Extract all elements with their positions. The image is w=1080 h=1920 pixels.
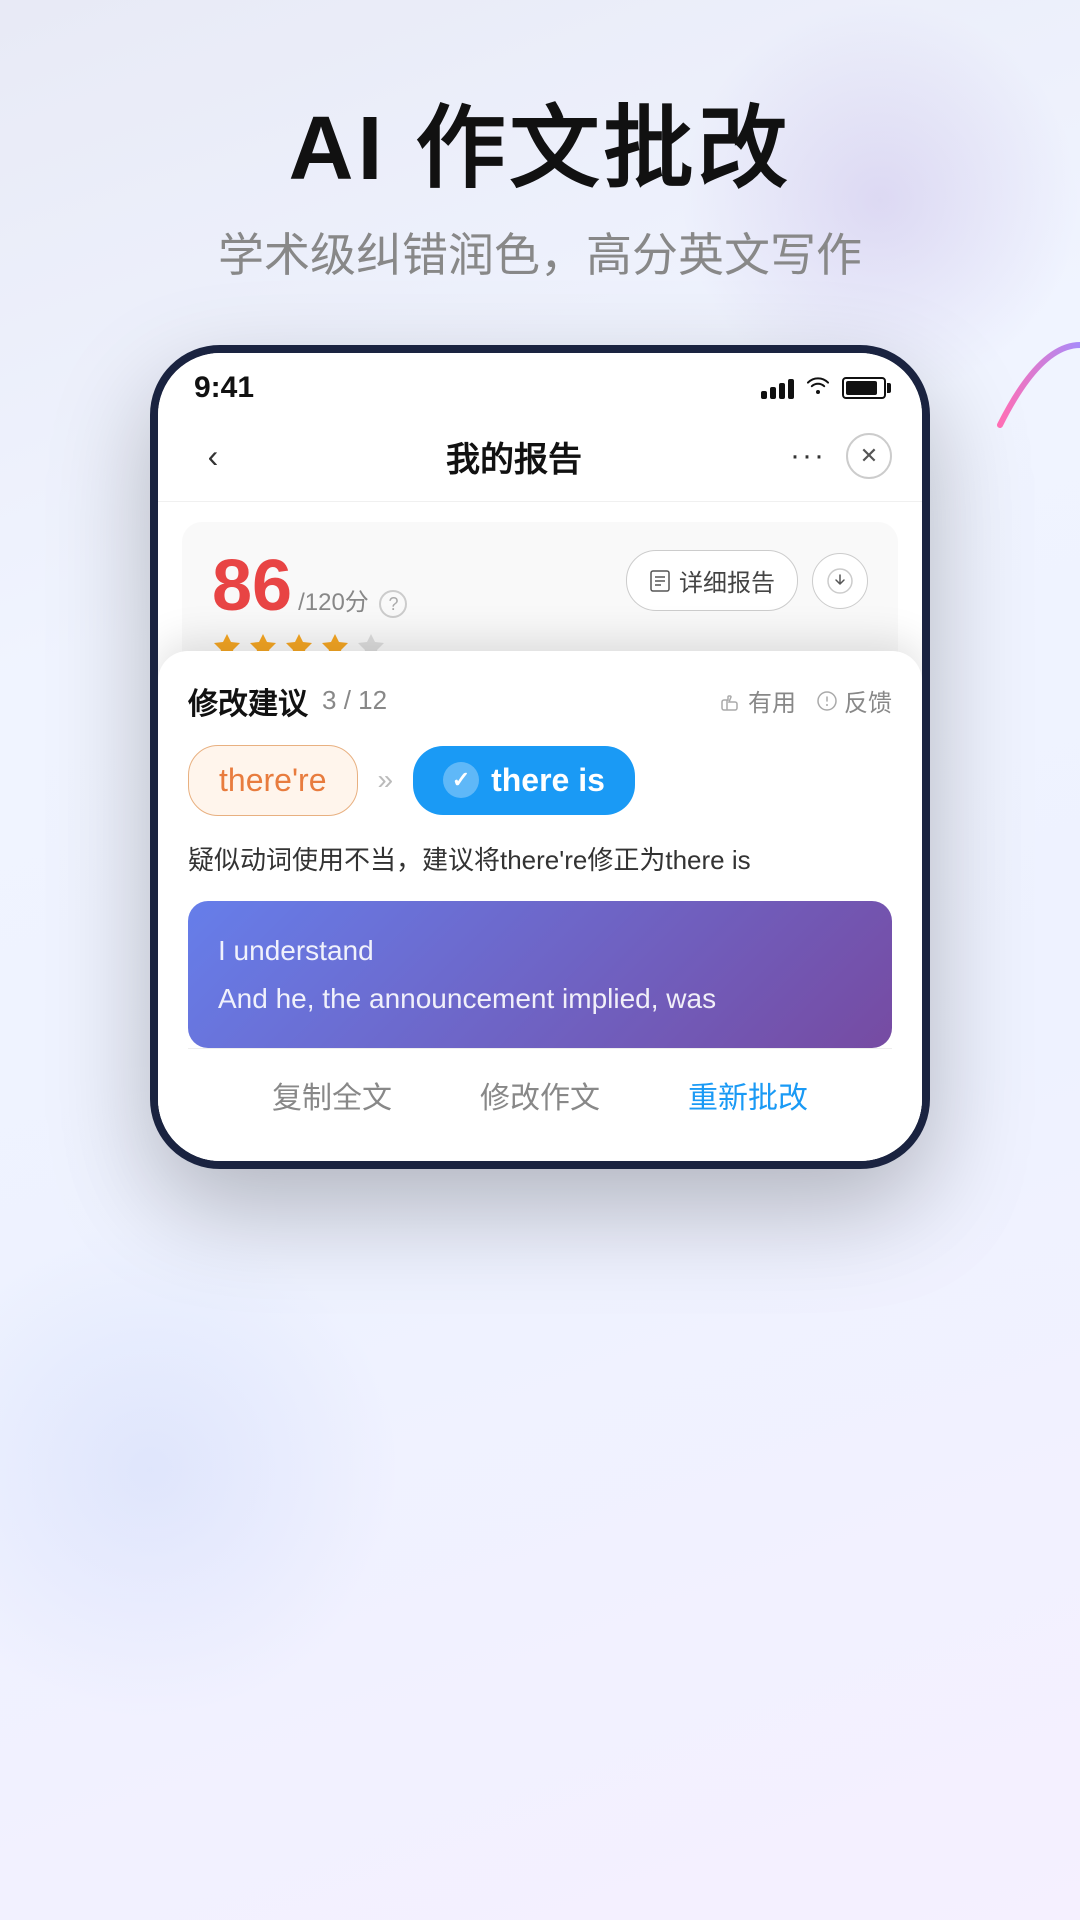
score-actions: 详细报告 [626, 550, 868, 611]
correction-row: there're » ✓ there is [188, 745, 892, 816]
signal-icon [761, 377, 794, 399]
phone-mockup-wrapper: 9:41 [0, 345, 1080, 1169]
download-icon [827, 568, 853, 594]
full-page: AI 作文批改 学术级纠错润色，高分英文写作 9:41 [0, 0, 1080, 1920]
extra-line-1: I understand [218, 927, 862, 975]
main-title: AI 作文批改 [0, 100, 1080, 199]
thumbs-up-icon [720, 690, 742, 712]
feedback-icon [816, 690, 838, 712]
close-button[interactable]: ✕ [846, 433, 892, 479]
deco-arc-icon [990, 335, 1080, 435]
extra-content-preview: I understand And he, the announcement im… [188, 901, 892, 1048]
phone-mockup: 9:41 [150, 345, 930, 1169]
score-max: /120分 ? [298, 582, 407, 618]
extra-line-2: And he, the announcement implied, was [218, 975, 862, 1023]
useful-button[interactable]: 有用 [720, 683, 796, 718]
detail-report-button[interactable]: 详细报告 [626, 550, 798, 611]
copy-all-button[interactable]: 复制全文 [272, 1073, 392, 1117]
sub-title: 学术级纠错润色，高分英文写作 [0, 219, 1080, 285]
wifi-icon [806, 375, 830, 401]
nav-right-actions: ··· ✕ [790, 433, 892, 479]
suggestion-description: 疑似动词使用不当，建议将there're修正为there is [188, 840, 892, 882]
back-button[interactable]: ‹ [188, 431, 238, 481]
download-button[interactable] [812, 553, 868, 609]
battery-icon [842, 377, 886, 399]
feedback-button[interactable]: 反馈 [816, 683, 892, 718]
bottom-toolbar: 复制全文 修改作文 重新批改 [188, 1048, 892, 1141]
status-bar: 9:41 [158, 353, 922, 415]
wrong-word-badge: there're [188, 745, 358, 816]
score-row: 86 /120分 ? [212, 550, 868, 662]
status-icons [761, 375, 886, 401]
bg-decoration-2 [0, 1220, 400, 1720]
score-help-icon[interactable]: ? [379, 590, 407, 618]
status-time: 9:41 [194, 371, 254, 405]
suggestion-actions: 有用 反馈 [720, 683, 892, 718]
correct-word-badge: ✓ there is [413, 746, 635, 815]
page-title: 我的报告 [446, 432, 582, 481]
suggestion-title: 修改建议 [188, 679, 308, 723]
re-review-button[interactable]: 重新批改 [688, 1073, 808, 1117]
score-number: 86 [212, 550, 292, 622]
edit-essay-button[interactable]: 修改作文 [480, 1073, 600, 1117]
suggestion-panel: 修改建议 3 / 12 有用 [158, 651, 922, 1162]
suggestion-count: 3 / 12 [322, 685, 387, 716]
nav-bar: ‹ 我的报告 ··· ✕ [158, 415, 922, 502]
suggestion-header: 修改建议 3 / 12 有用 [188, 679, 892, 723]
more-options-button[interactable]: ··· [790, 439, 826, 473]
report-icon [649, 569, 671, 593]
header-section: AI 作文批改 学术级纠错润色，高分英文写作 [0, 0, 1080, 345]
score-left: 86 /120分 ? [212, 550, 407, 662]
arrow-right-icon: » [378, 764, 394, 796]
check-icon: ✓ [443, 762, 479, 798]
